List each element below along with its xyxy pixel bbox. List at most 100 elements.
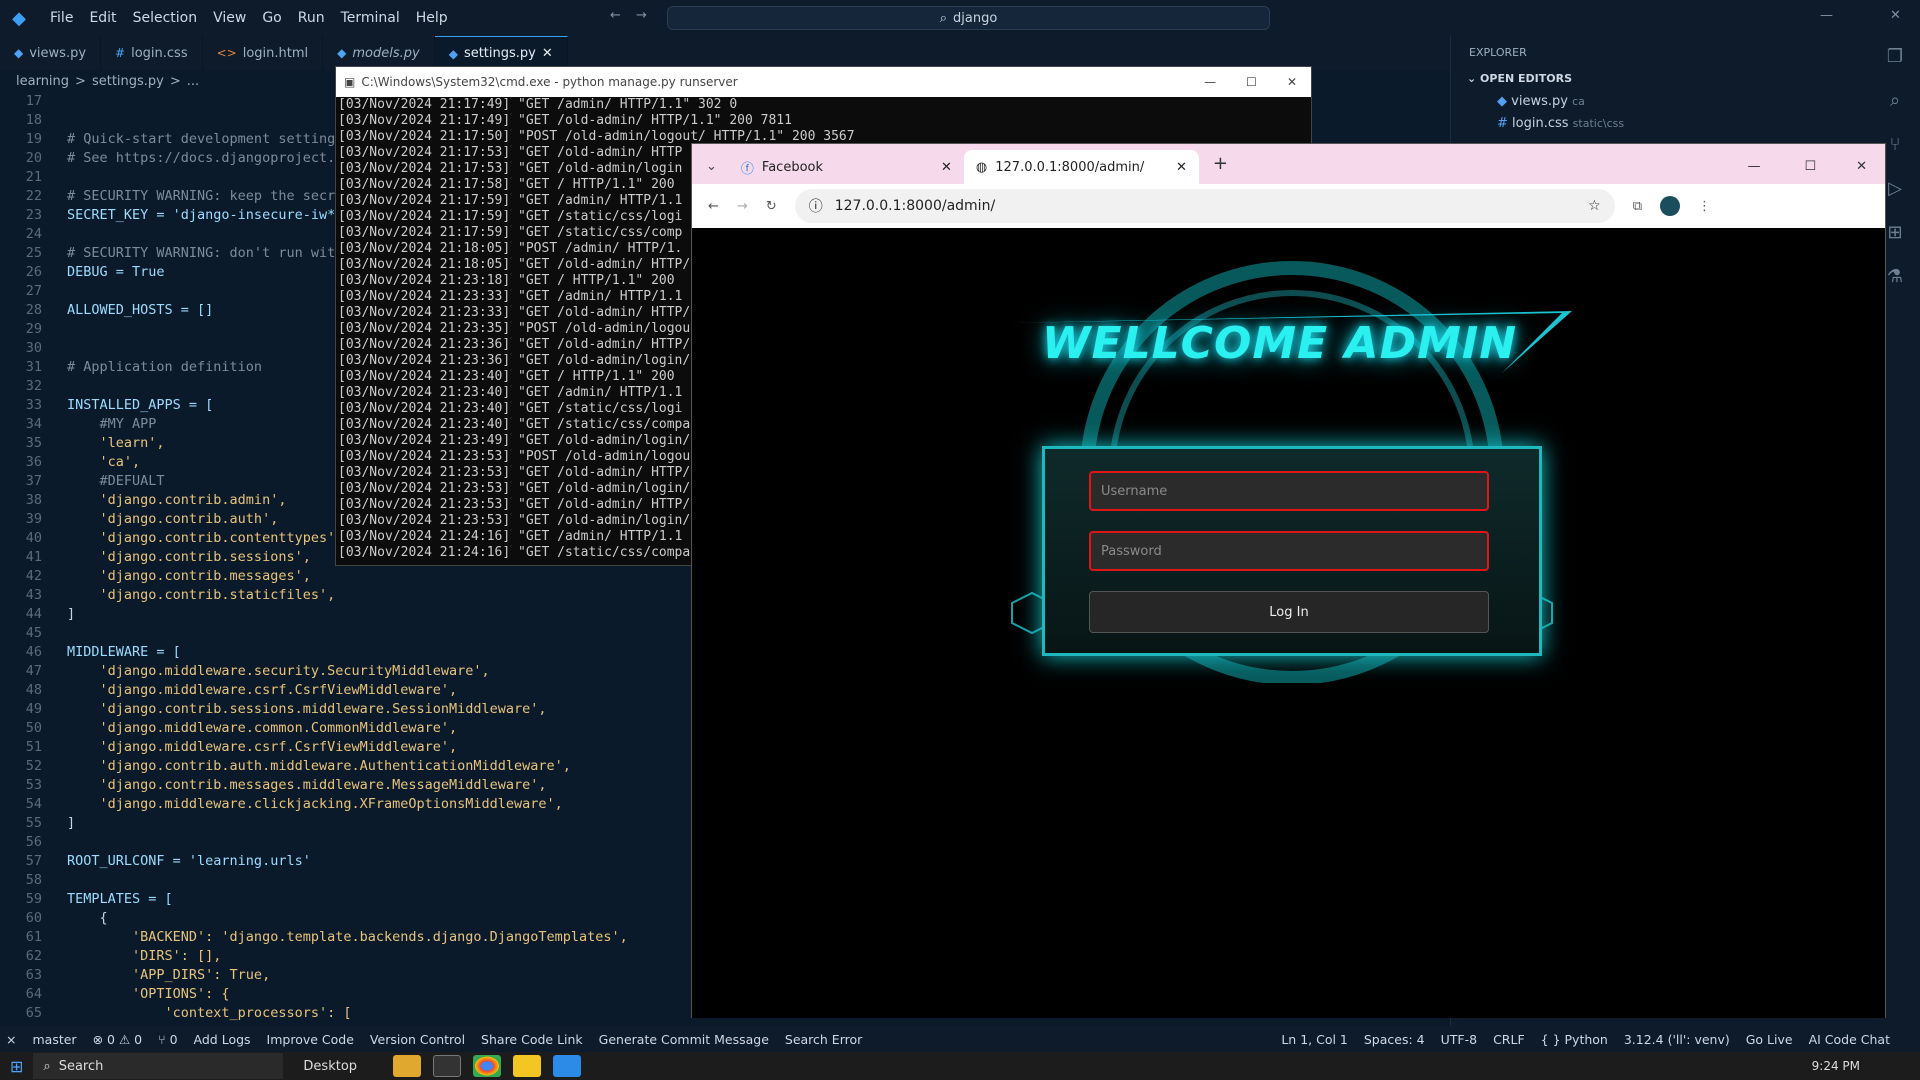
tab-login-html[interactable]: <> login.html	[203, 36, 324, 70]
code-line[interactable]: 50 'django.middleware.common.CommonMiddl…	[0, 719, 457, 738]
minimize-icon[interactable]: —	[1820, 8, 1833, 23]
run-debug-icon[interactable]: ▷	[1883, 178, 1907, 202]
improve-code[interactable]: Improve Code	[267, 1032, 354, 1047]
code-line[interactable]: 54 'django.middleware.clickjacking.XFram…	[0, 795, 563, 814]
menu-terminal[interactable]: Terminal	[333, 0, 408, 36]
code-line[interactable]: 43 'django.contrib.staticfiles',	[0, 586, 335, 605]
menu-go[interactable]: Go	[254, 0, 289, 36]
code-line[interactable]: 52 'django.contrib.auth.middleware.Authe…	[0, 757, 571, 776]
close-tab-icon[interactable]: ✕	[1176, 160, 1187, 175]
code-line[interactable]: 34 #MY APP	[0, 415, 157, 434]
code-line[interactable]: 17	[0, 92, 67, 111]
close-tab-icon[interactable]: ✕	[542, 46, 553, 61]
cursor-position[interactable]: Ln 1, Col 1	[1281, 1032, 1348, 1047]
login-button[interactable]: Log In	[1089, 591, 1489, 633]
breadcrumb-symbol[interactable]: ...	[187, 74, 199, 89]
line-ending[interactable]: CRLF	[1493, 1032, 1525, 1047]
menu-help[interactable]: Help	[408, 0, 456, 36]
browser-tab-facebook[interactable]: ⓕ Facebook ✕	[729, 150, 964, 184]
url-input[interactable]: ⓘ 127.0.0.1:8000/admin/ ☆	[794, 189, 1615, 223]
maximize-icon[interactable]: ☐	[1246, 75, 1257, 89]
code-line[interactable]: 37 #DEFUALT	[0, 472, 165, 491]
branch-status[interactable]: master	[32, 1032, 76, 1047]
go-live[interactable]: Go Live	[1746, 1032, 1793, 1047]
minimize-icon[interactable]: —	[1204, 75, 1216, 89]
back-icon[interactable]: ←	[708, 199, 719, 214]
code-line[interactable]: 18	[0, 111, 67, 130]
tab-models-py[interactable]: ◆ models.py	[323, 36, 435, 70]
code-line[interactable]: 53 'django.contrib.messages.middleware.M…	[0, 776, 547, 795]
open-editors-header[interactable]: ⌄ OPEN EDITORS	[1467, 72, 1572, 85]
menu-view[interactable]: View	[205, 0, 254, 36]
code-line[interactable]: 42 'django.contrib.messages',	[0, 567, 311, 586]
code-line[interactable]: 32	[0, 377, 67, 396]
share-code-link[interactable]: Share Code Link	[481, 1032, 583, 1047]
code-line[interactable]: 63 'APP_DIRS': True,	[0, 966, 270, 985]
code-line[interactable]: 61 'BACKEND': 'django.template.backends.…	[0, 928, 628, 947]
code-line[interactable]: 64 'OPTIONS': {	[0, 985, 230, 1004]
taskbar-search[interactable]: ⌕ Search	[33, 1053, 284, 1079]
forward-arrow-icon[interactable]: →	[636, 8, 647, 23]
bookmark-star-icon[interactable]: ☆	[1588, 198, 1601, 214]
code-line[interactable]: 28 ALLOWED_HOSTS = []	[0, 301, 214, 320]
code-line[interactable]: 48 'django.middleware.csrf.CsrfViewMiddl…	[0, 681, 457, 700]
close-icon[interactable]: ✕	[1287, 75, 1297, 89]
reload-icon[interactable]: ↻	[766, 199, 777, 214]
code-line[interactable]: 47 'django.middleware.security.SecurityM…	[0, 662, 490, 681]
file-explorer-icon[interactable]	[393, 1055, 422, 1077]
code-line[interactable]: 22 # SECURITY WARNING: keep the secret	[0, 187, 352, 206]
code-line[interactable]: 21	[0, 168, 67, 187]
testing-icon[interactable]: ⚗	[1883, 266, 1907, 290]
code-line[interactable]: 58	[0, 871, 67, 890]
language-mode[interactable]: { } Python	[1541, 1032, 1608, 1047]
problems-status[interactable]: ⊗ 0 ⚠ 0	[93, 1032, 143, 1047]
maximize-icon[interactable]: ☐	[1782, 159, 1838, 184]
site-info-icon[interactable]: ⓘ	[809, 196, 823, 216]
code-line[interactable]: 41 'django.contrib.sessions',	[0, 548, 311, 567]
tab-views-py[interactable]: ◆ views.py	[0, 36, 102, 70]
code-line[interactable]: 31 # Application definition	[0, 358, 262, 377]
code-line[interactable]: 19 # Quick-start development settings	[0, 130, 344, 149]
menu-selection[interactable]: Selection	[125, 0, 206, 36]
files-icon[interactable]: ❐	[1883, 46, 1907, 70]
code-line[interactable]: 25 # SECURITY WARNING: don't run with	[0, 244, 344, 263]
vscode-icon[interactable]	[553, 1055, 582, 1077]
forward-icon[interactable]: →	[737, 199, 748, 214]
code-line[interactable]: 36 'ca',	[0, 453, 140, 472]
terminal-icon[interactable]	[433, 1055, 462, 1077]
desktop-switcher[interactable]: Desktop	[303, 1059, 357, 1074]
code-line[interactable]: 30	[0, 339, 67, 358]
browser-window[interactable]: ⌄ ⓕ Facebook ✕ ◍ 127.0.0.1:8000/admin/ ✕ + —…	[691, 143, 1886, 1018]
breadcrumb-file[interactable]: settings.py	[92, 74, 164, 89]
code-line[interactable]: 46 MIDDLEWARE = [	[0, 643, 181, 662]
add-logs[interactable]: Add Logs	[194, 1032, 251, 1047]
chrome-icon[interactable]	[473, 1055, 502, 1077]
ports-status[interactable]: ⑂ 0	[158, 1032, 177, 1047]
open-editor-item[interactable]: ◆ views.py ca	[1497, 94, 1585, 109]
tab-login-css[interactable]: # login.css	[101, 36, 203, 70]
extension-icon[interactable]: ⧉	[1633, 199, 1642, 214]
code-line[interactable]: 20 # See https://docs.djangoproject.co	[0, 149, 352, 168]
code-line[interactable]: 60 {	[0, 909, 108, 928]
back-arrow-icon[interactable]: ←	[610, 8, 621, 23]
minimize-icon[interactable]: —	[1725, 159, 1782, 184]
menu-kebab-icon[interactable]: ⋮	[1698, 199, 1711, 214]
version-control[interactable]: Version Control	[370, 1032, 465, 1047]
code-line[interactable]: 23 SECRET_KEY = 'django-insecure-iw*!r	[0, 206, 352, 225]
password-input[interactable]: Password	[1089, 531, 1489, 571]
profile-avatar[interactable]	[1660, 196, 1681, 216]
generate-commit[interactable]: Generate Commit Message	[599, 1032, 769, 1047]
breadcrumb-folder[interactable]: learning	[16, 74, 69, 89]
indentation[interactable]: Spaces: 4	[1364, 1032, 1425, 1047]
code-line[interactable]: 59 TEMPLATES = [	[0, 890, 173, 909]
browser-tab-admin[interactable]: ◍ 127.0.0.1:8000/admin/ ✕	[963, 150, 1199, 184]
username-input[interactable]: Username	[1089, 471, 1489, 511]
code-line[interactable]: 62 'DIRS': [],	[0, 947, 222, 966]
code-line[interactable]: 29	[0, 320, 67, 339]
code-line[interactable]: 45	[0, 624, 67, 643]
tab-settings-py[interactable]: ◆ settings.py ✕	[434, 36, 568, 70]
code-line[interactable]: 26 DEBUG = True	[0, 263, 165, 282]
code-line[interactable]: 35 'learn',	[0, 434, 165, 453]
tab-search-icon[interactable]: ⌄	[692, 159, 729, 184]
open-editor-item[interactable]: # login.css static\css	[1497, 116, 1624, 131]
